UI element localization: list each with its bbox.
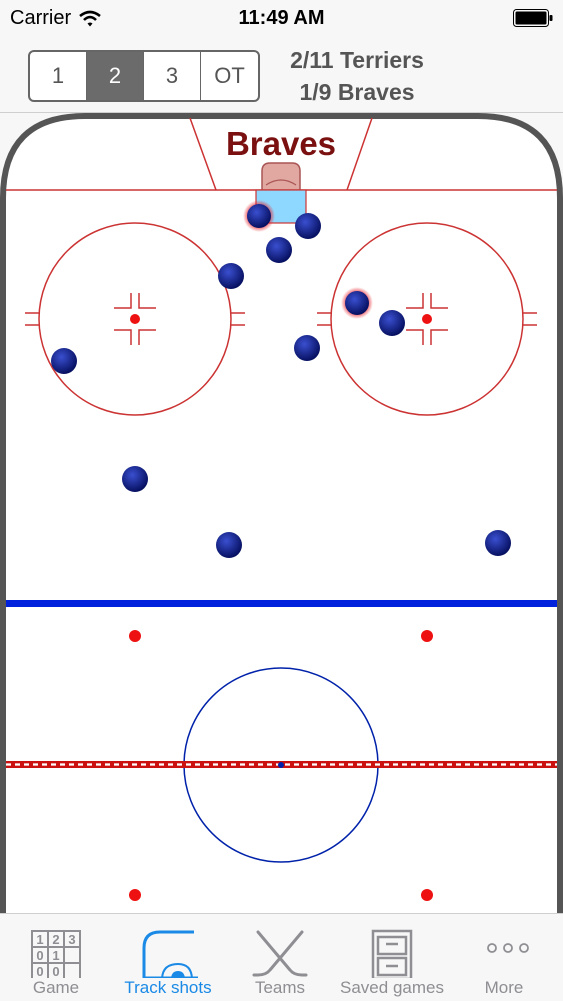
- status-time: 11:49 AM: [238, 7, 325, 29]
- file-cabinet-icon: [371, 929, 413, 978]
- rink-team-label: Braves: [226, 125, 336, 162]
- goal-shot-marker[interactable]: [247, 204, 271, 228]
- shot-marker[interactable]: [122, 466, 148, 492]
- blue-line: [6, 600, 557, 607]
- svg-text:0: 0: [36, 964, 43, 978]
- svg-text:1: 1: [36, 932, 43, 947]
- away-score: 1/9 Braves: [299, 79, 415, 105]
- tab-teams-label: Teams: [254, 978, 306, 997]
- svg-text:2: 2: [52, 932, 59, 947]
- shot-marker[interactable]: [218, 263, 244, 289]
- svg-text:1: 1: [52, 948, 59, 963]
- neutral-dot: [129, 630, 141, 642]
- tab-saved-games[interactable]: Saved games: [336, 914, 448, 1001]
- status-bar: Carrier 11:49 AM: [0, 0, 563, 38]
- tab-track-shots[interactable]: Track shots: [112, 914, 224, 1001]
- scoreboard-icon: 123 01 00: [31, 930, 81, 978]
- period-2-segment[interactable]: 2: [87, 52, 144, 100]
- neutral-dot: [421, 630, 433, 642]
- goal-shot-marker[interactable]: [345, 291, 369, 315]
- rink-diagram[interactable]: Braves: [0, 113, 563, 913]
- goal-net: [261, 162, 301, 191]
- hockey-sticks-icon: [252, 930, 308, 977]
- svg-text:3: 3: [68, 932, 75, 947]
- tab-bar: 123 01 00 Game Track shots Teams Saved g…: [0, 913, 563, 1001]
- period-segmented-control[interactable]: 1 2 3 OT: [28, 50, 260, 102]
- neutral-dot: [129, 889, 141, 901]
- score-summary: 2/11 Terriers 1/9 Braves: [262, 44, 452, 108]
- battery-icon: [513, 9, 553, 27]
- center-dot: [278, 762, 284, 768]
- period-1-segment[interactable]: 1: [30, 52, 87, 100]
- more-dots-icon: [487, 943, 529, 953]
- shot-marker[interactable]: [216, 532, 242, 558]
- shot-marker[interactable]: [294, 335, 320, 361]
- tab-game-label: Game: [32, 978, 80, 997]
- svg-text:0: 0: [52, 964, 59, 978]
- period-ot-segment[interactable]: OT: [201, 52, 258, 100]
- rink-icon: [142, 930, 198, 978]
- shot-marker[interactable]: [295, 213, 321, 239]
- shot-marker[interactable]: [485, 530, 511, 556]
- rink-area[interactable]: Braves: [0, 113, 563, 913]
- neutral-dot: [421, 889, 433, 901]
- home-score: 2/11 Terriers: [290, 47, 424, 73]
- tab-more[interactable]: More: [448, 914, 560, 1001]
- tab-saved-games-label: Saved games: [340, 978, 444, 997]
- tab-game[interactable]: 123 01 00 Game: [0, 914, 112, 1001]
- svg-text:0: 0: [36, 948, 43, 963]
- period-3-segment[interactable]: 3: [144, 52, 201, 100]
- header: 1 2 3 OT 2/11 Terriers 1/9 Braves: [0, 38, 563, 113]
- shot-marker[interactable]: [51, 348, 77, 374]
- left-faceoff-dot: [130, 314, 140, 324]
- right-faceoff-dot: [422, 314, 432, 324]
- tab-more-label: More: [484, 978, 524, 997]
- shot-marker[interactable]: [266, 237, 292, 263]
- shot-marker[interactable]: [379, 310, 405, 336]
- tab-track-shots-label: Track shots: [124, 978, 212, 997]
- tab-teams[interactable]: Teams: [224, 914, 336, 1001]
